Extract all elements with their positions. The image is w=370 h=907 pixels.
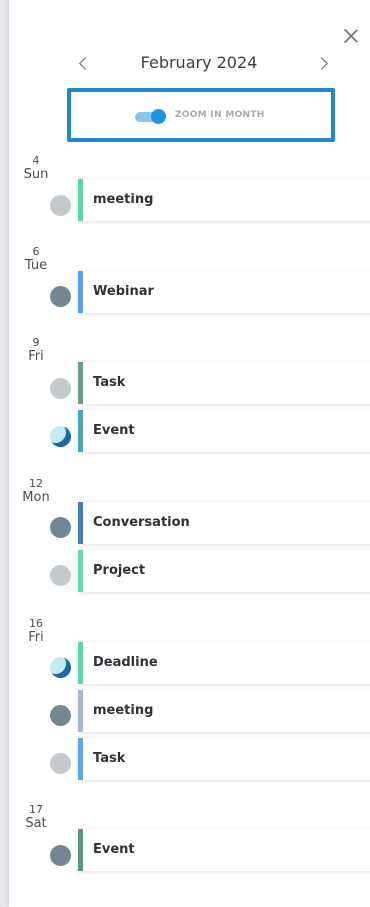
- event-color-bar: [78, 410, 83, 452]
- zoom-toggle-switch[interactable]: [135, 109, 167, 124]
- event-color-bar: [78, 502, 83, 544]
- close-icon[interactable]: [342, 27, 360, 45]
- event-title: meeting: [93, 192, 154, 207]
- day-name: Fri: [28, 630, 44, 645]
- status-dot: [50, 286, 71, 307]
- event-card[interactable]: Event: [78, 410, 370, 452]
- event-card[interactable]: Webinar: [78, 271, 370, 313]
- day-number: 12: [29, 477, 43, 490]
- event-title: Webinar: [93, 284, 154, 299]
- event-card[interactable]: Project: [78, 550, 370, 592]
- event-title: Project: [93, 563, 146, 578]
- day-number: 9: [32, 336, 40, 349]
- chevron-right-icon[interactable]: [316, 54, 332, 74]
- day-number: 17: [29, 803, 43, 816]
- status-dot: [50, 845, 71, 866]
- day-name: Fri: [28, 349, 44, 364]
- event-color-bar: [78, 690, 83, 732]
- event-color-bar: [78, 738, 83, 780]
- status-dot: [50, 705, 71, 726]
- status-dot: [50, 657, 71, 678]
- event-card[interactable]: Task: [78, 738, 370, 780]
- event-card[interactable]: meeting: [78, 179, 370, 221]
- event-color-bar: [78, 179, 83, 221]
- day-number: 6: [32, 245, 40, 258]
- event-color-bar: [78, 829, 83, 871]
- event-card[interactable]: Deadline: [78, 642, 370, 684]
- event-title: Deadline: [93, 655, 158, 670]
- status-dot: [50, 378, 71, 399]
- status-dot: [50, 753, 71, 774]
- day-number: 4: [32, 154, 40, 167]
- event-color-bar: [78, 271, 83, 313]
- agenda-panel: February 2024 ZOOM IN MONTH 4 Sun meetin…: [9, 0, 370, 907]
- event-color-bar: [78, 550, 83, 592]
- day-number: 16: [29, 617, 43, 630]
- day-name: Sun: [23, 167, 49, 182]
- event-card[interactable]: Event: [78, 829, 370, 871]
- day-name: Mon: [22, 490, 50, 505]
- status-dot: [50, 565, 71, 586]
- event-card[interactable]: Conversation: [78, 502, 370, 544]
- chevron-left-icon[interactable]: [76, 54, 92, 74]
- month-title: February 2024: [140, 53, 258, 72]
- event-title: meeting: [93, 703, 154, 718]
- status-dot: [50, 426, 71, 447]
- toggle-knob: [151, 109, 166, 124]
- day-name: Tue: [24, 258, 48, 273]
- zoom-toggle-label: ZOOM IN MONTH: [175, 110, 265, 120]
- event-title: Task: [93, 375, 126, 390]
- day-name: Sat: [25, 816, 47, 831]
- event-color-bar: [78, 642, 83, 684]
- event-title: Task: [93, 751, 126, 766]
- event-title: Conversation: [93, 515, 190, 530]
- event-card[interactable]: Task: [78, 362, 370, 404]
- event-color-bar: [78, 362, 83, 404]
- event-card[interactable]: meeting: [78, 690, 370, 732]
- event-title: Event: [93, 423, 135, 438]
- zoom-toggle-container: ZOOM IN MONTH: [67, 88, 335, 142]
- event-title: Event: [93, 842, 135, 857]
- status-dot: [50, 195, 71, 216]
- status-dot: [50, 517, 71, 538]
